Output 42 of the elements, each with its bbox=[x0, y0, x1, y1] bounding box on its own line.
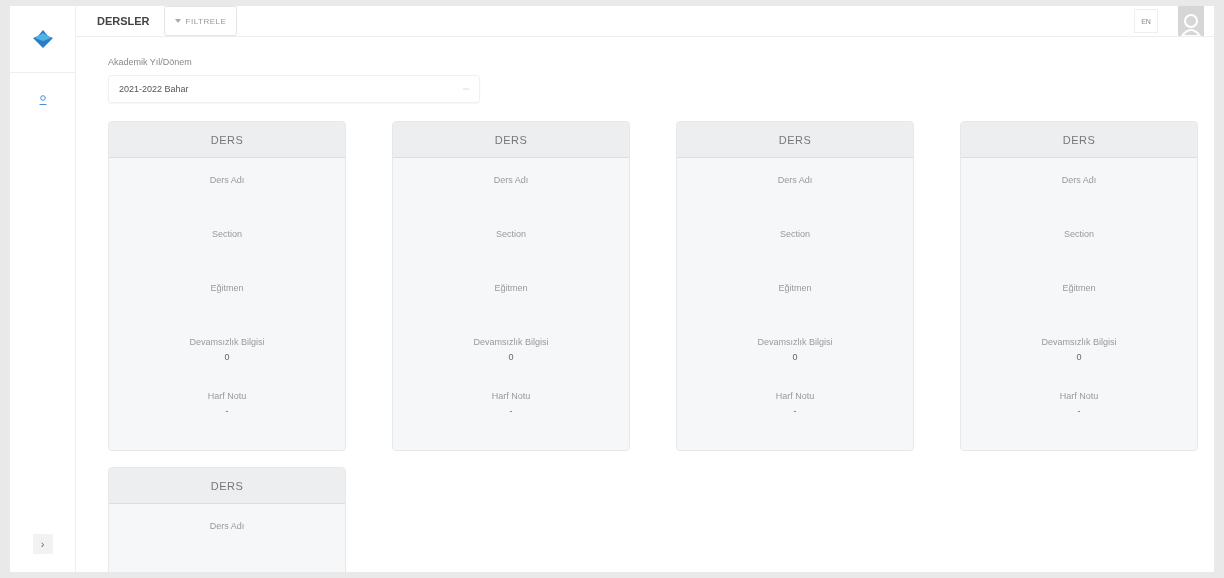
page-title: DERSLER bbox=[97, 15, 150, 27]
field-label: Section bbox=[496, 229, 526, 239]
field-label: Devamsızlık Bilgisi bbox=[1041, 337, 1117, 347]
field-label: Section bbox=[1064, 229, 1094, 239]
card-title: DERS bbox=[961, 122, 1197, 158]
expand-button[interactable]: › bbox=[32, 534, 53, 554]
field-value: 0 bbox=[792, 352, 798, 362]
field-label: Devamsızlık Bilgisi bbox=[473, 337, 549, 347]
field-value: 0 bbox=[508, 352, 514, 362]
filter-button[interactable]: FILTRELE bbox=[163, 6, 238, 36]
field-label: Ders Adı bbox=[209, 521, 245, 531]
logo-icon bbox=[31, 29, 54, 49]
field-label: Section bbox=[780, 229, 810, 239]
card-title: DERS bbox=[393, 122, 629, 158]
field-label: Eğitmen bbox=[494, 283, 528, 293]
field-value: - bbox=[793, 406, 797, 416]
field-label: Ders Adı bbox=[777, 175, 813, 185]
filter-icon bbox=[174, 19, 181, 23]
field-label: Eğitmen bbox=[210, 283, 244, 293]
field-label: Harf Notu bbox=[207, 391, 247, 401]
user-icon[interactable] bbox=[38, 95, 47, 105]
field-label: Harf Notu bbox=[775, 391, 815, 401]
field-label: Harf Notu bbox=[1059, 391, 1099, 401]
field-label: Devamsızlık Bilgisi bbox=[189, 337, 265, 347]
field-label: Ders Adı bbox=[1061, 175, 1097, 185]
field-value: - bbox=[1077, 406, 1081, 416]
term-select[interactable]: 2021-2022 Bahar bbox=[108, 75, 480, 103]
field-label: Section bbox=[212, 229, 242, 239]
field-value: 0 bbox=[224, 352, 230, 362]
field-label: Ders Adı bbox=[209, 175, 245, 185]
field-value: - bbox=[225, 406, 229, 416]
field-label: Eğitmen bbox=[778, 283, 812, 293]
field-value: 0 bbox=[1076, 352, 1082, 362]
term-label: Akademik Yıl/Dönem bbox=[108, 57, 193, 67]
field-value: - bbox=[509, 406, 513, 416]
card-title: DERS bbox=[677, 122, 913, 158]
field-label: Eğitmen bbox=[1062, 283, 1096, 293]
field-label: Harf Notu bbox=[491, 391, 531, 401]
field-label: Devamsızlık Bilgisi bbox=[757, 337, 833, 347]
field-label: Ders Adı bbox=[493, 175, 529, 185]
card-title: DERS bbox=[109, 122, 345, 158]
card-title: DERS bbox=[109, 468, 345, 504]
